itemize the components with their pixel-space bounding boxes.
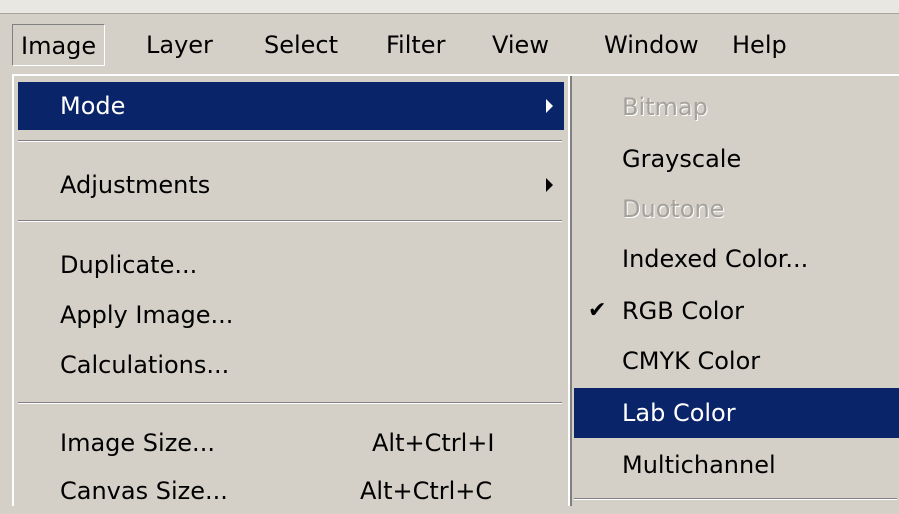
menu-help[interactable]: Help xyxy=(724,24,795,66)
menu-item-label: Duplicate... xyxy=(60,251,198,279)
menu-separator xyxy=(574,498,897,500)
window-top-edge xyxy=(0,0,899,14)
menu-item-lab-color[interactable]: Lab Color xyxy=(574,388,899,438)
menu-item-image-size[interactable]: Image Size... Alt+Ctrl+I xyxy=(18,420,564,466)
menu-item-label: CMYK Color xyxy=(622,347,761,375)
menu-item-label: Apply Image... xyxy=(60,301,234,329)
menu-bar: Image Layer Select Filter View Window He… xyxy=(0,14,899,76)
menu-item-rgb-color[interactable]: ✔ RGB Color xyxy=(574,288,899,334)
menu-item-apply-image[interactable]: Apply Image... xyxy=(18,292,564,338)
menu-item-label: Grayscale xyxy=(622,145,742,173)
menu-item-shortcut: Alt+Ctrl+I xyxy=(372,429,495,457)
menu-select[interactable]: Select xyxy=(256,24,346,66)
menu-item-grayscale[interactable]: Grayscale xyxy=(574,136,899,182)
menu-item-duotone[interactable]: Duotone xyxy=(574,186,899,232)
menu-item-calculations[interactable]: Calculations... xyxy=(18,342,564,388)
menu-layer[interactable]: Layer xyxy=(138,24,221,66)
menu-item-label: Adjustments xyxy=(60,171,211,199)
menu-separator xyxy=(18,140,562,142)
menu-filter[interactable]: Filter xyxy=(378,24,453,66)
menu-item-label: Canvas Size... xyxy=(60,477,228,505)
mode-submenu: Bitmap Grayscale Duotone Indexed Color..… xyxy=(568,74,899,506)
menu-item-label: Indexed Color... xyxy=(622,245,809,273)
chevron-right-icon xyxy=(546,99,553,113)
menu-window[interactable]: Window xyxy=(596,24,707,66)
menu-separator xyxy=(18,402,562,404)
menu-item-duplicate[interactable]: Duplicate... xyxy=(18,242,564,288)
menu-item-label: Bitmap xyxy=(622,93,708,121)
menu-item-bitmap[interactable]: Bitmap xyxy=(574,84,899,130)
menu-item-multichannel[interactable]: Multichannel xyxy=(574,442,899,488)
menu-separator xyxy=(18,220,562,222)
menu-item-mode[interactable]: Mode xyxy=(18,82,564,130)
menu-image[interactable]: Image xyxy=(12,24,106,66)
image-dropdown-menu: Mode Adjustments Duplicate... Apply Imag… xyxy=(12,74,568,506)
check-icon: ✔ xyxy=(588,298,607,323)
menu-item-label: Image Size... xyxy=(60,429,215,457)
menu-item-label: Lab Color xyxy=(622,399,736,427)
menu-item-label: Duotone xyxy=(622,195,725,223)
menu-item-adjustments[interactable]: Adjustments xyxy=(18,162,564,208)
menu-item-indexed-color[interactable]: Indexed Color... xyxy=(574,236,899,282)
menu-item-canvas-size[interactable]: Canvas Size... Alt+Ctrl+C xyxy=(18,468,564,514)
menu-item-label: RGB Color xyxy=(622,297,745,325)
menu-view[interactable]: View xyxy=(484,24,557,66)
menu-item-label: Multichannel xyxy=(622,451,776,479)
menu-item-shortcut: Alt+Ctrl+C xyxy=(360,477,493,505)
chevron-right-icon xyxy=(546,178,553,192)
menu-item-cmyk-color[interactable]: CMYK Color xyxy=(574,338,899,384)
menu-item-label: Mode xyxy=(60,92,126,120)
menu-item-label: Calculations... xyxy=(60,351,230,379)
